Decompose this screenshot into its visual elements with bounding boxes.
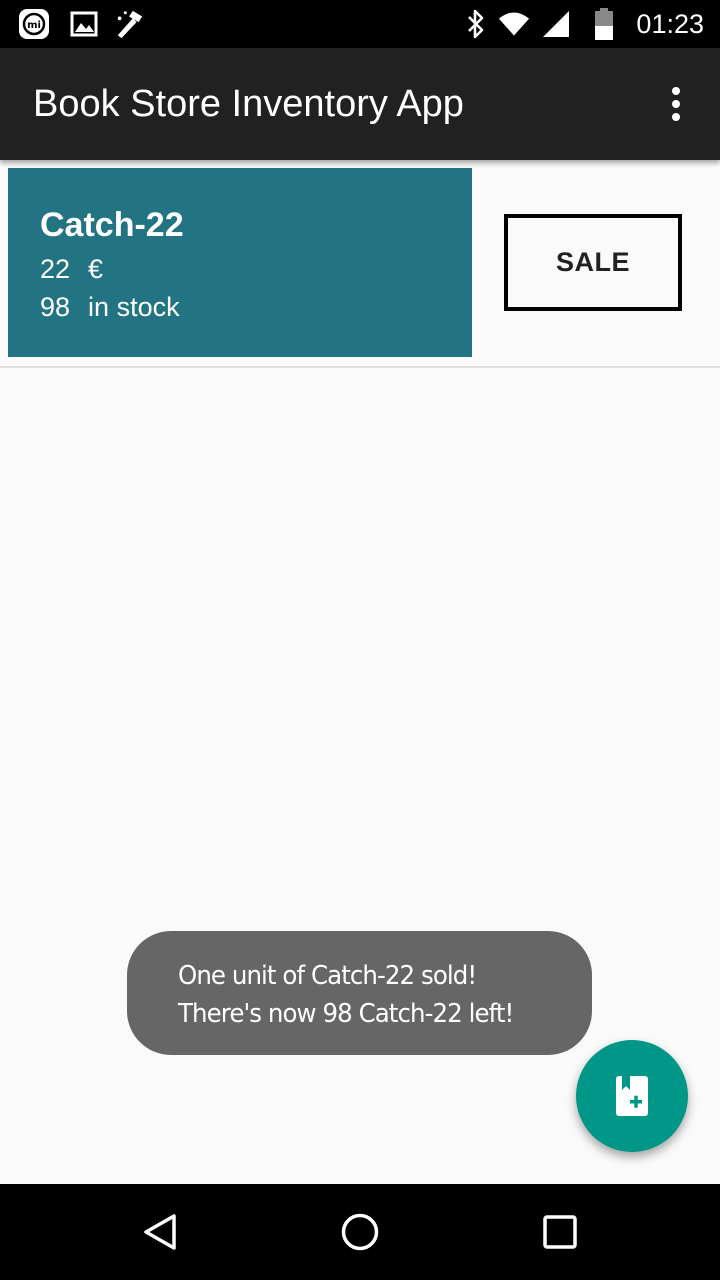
book-title: Catch-22 (40, 206, 184, 244)
toast-line-2: There's now 98 Catch-22 left! (178, 999, 514, 1029)
toast-message: One unit of Catch-22 sold! There's now 9… (127, 931, 592, 1055)
more-vert-icon (672, 87, 680, 121)
status-bar: mi 01:23 (0, 0, 720, 48)
signal-icon (540, 8, 572, 40)
wand-icon (114, 8, 146, 40)
book-price: 22 (40, 254, 71, 284)
wifi-icon (498, 8, 530, 40)
book-currency: € (88, 254, 104, 284)
toast-line-1: One unit of Catch-22 sold! (178, 961, 477, 991)
sale-button[interactable]: SALE (504, 214, 682, 311)
app-bar: Book Store Inventory App (0, 48, 720, 160)
home-button[interactable] (328, 1200, 392, 1264)
home-icon (341, 1213, 379, 1251)
app-title: Book Store Inventory App (33, 83, 464, 125)
recents-icon (543, 1215, 577, 1249)
book-list-item[interactable]: Catch-22 22 € 98 in stock SALE (0, 160, 720, 368)
book-card[interactable]: Catch-22 22 € 98 in stock (8, 168, 472, 357)
mi-icon: mi (18, 8, 50, 40)
recents-button[interactable] (528, 1200, 592, 1264)
navigation-bar (0, 1184, 720, 1280)
book-stock: 98 (40, 292, 71, 322)
image-icon (68, 8, 100, 40)
book-price-line: 22 € (40, 254, 103, 285)
screen: mi 01:23 Book Store Inventory App Catch-… (0, 0, 720, 1280)
add-book-button[interactable] (576, 1040, 688, 1152)
book-stock-suffix: in stock (88, 292, 180, 322)
bluetooth-icon (460, 8, 492, 40)
back-button[interactable] (128, 1200, 192, 1264)
back-icon (144, 1214, 176, 1250)
add-book-icon (616, 1076, 648, 1116)
battery-icon (588, 8, 620, 40)
svg-text:mi: mi (27, 20, 41, 31)
overflow-menu-button[interactable] (652, 80, 700, 128)
status-time: 01:23 (636, 9, 704, 39)
book-stock-line: 98 in stock (40, 292, 180, 323)
